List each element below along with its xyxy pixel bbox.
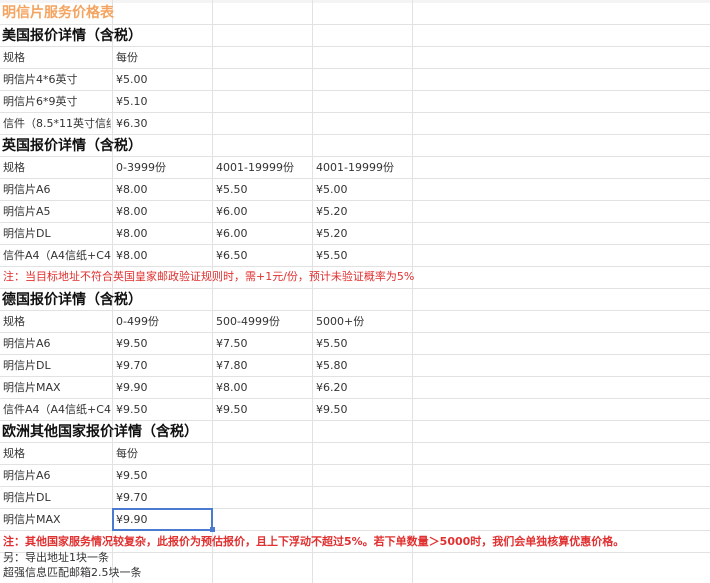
page-title: 明信片服务价格表 — [2, 5, 114, 21]
price-cell[interactable]: ¥9.70 — [113, 355, 212, 377]
spec-cell[interactable]: 明信片6*9英寸 — [0, 91, 111, 113]
spec-cell[interactable]: 明信片MAX — [0, 509, 111, 531]
spec-cell[interactable]: 明信片A6 — [0, 465, 111, 487]
price-cell[interactable]: 每份 — [113, 47, 212, 69]
price-cell[interactable]: ¥9.50 — [213, 399, 312, 421]
germany-section-title: 德国报价详情（含税） — [2, 292, 142, 308]
spec-cell[interactable]: 规格 — [0, 157, 111, 179]
column-divider — [412, 0, 413, 583]
price-cell[interactable]: ¥8.00 — [113, 245, 212, 267]
price-cell[interactable]: ¥9.90 — [113, 377, 212, 399]
spec-cell[interactable]: 明信片4*6英寸 — [0, 69, 111, 91]
spec-cell[interactable]: 规格 — [0, 47, 111, 69]
price-cell[interactable]: ¥5.20 — [313, 201, 412, 223]
price-cell[interactable]: 每份 — [113, 443, 212, 465]
footer-note[interactable]: 注：其他国家服务情况较复杂，此报价为预估报价，且上下浮动不超过5%。若下单数量＞… — [0, 531, 624, 553]
price-cell[interactable]: ¥5.10 — [113, 91, 212, 113]
europe-section-title: 欧洲其他国家报价详情（含税） — [2, 424, 198, 440]
uk-note[interactable]: 注：当目标地址不符合英国皇家邮政验证规则时，需+1元/份，预计未验证概率为5% — [0, 266, 414, 288]
column-divider — [212, 0, 213, 583]
price-cell[interactable]: ¥8.00 — [113, 201, 212, 223]
price-cell[interactable]: ¥6.20 — [313, 377, 412, 399]
price-cell[interactable]: ¥5.50 — [213, 179, 312, 201]
price-cell[interactable]: 4001-19999份 — [313, 157, 412, 179]
price-cell[interactable]: ¥9.50 — [113, 333, 212, 355]
price-cell[interactable]: ¥6.00 — [213, 223, 312, 245]
uk-section-title: 英国报价详情（含税） — [2, 138, 142, 154]
spec-cell[interactable]: 明信片A5 — [0, 201, 111, 223]
spec-cell[interactable]: 信件A4（A4信纸+C4 — [0, 245, 111, 267]
price-cell[interactable]: ¥5.50 — [313, 245, 412, 267]
price-cell[interactable]: ¥5.50 — [313, 333, 412, 355]
price-cell[interactable]: ¥7.80 — [213, 355, 312, 377]
spec-cell[interactable]: 明信片A6 — [0, 179, 111, 201]
spec-cell[interactable]: 明信片MAX — [0, 377, 111, 399]
price-cell[interactable]: ¥8.00 — [213, 377, 312, 399]
price-cell[interactable]: ¥5.00 — [113, 69, 212, 91]
spreadsheet-grid[interactable]: 明信片服务价格表 美国报价详情（含税） 英国报价详情（含税） 德国报价详情（含税… — [0, 0, 710, 583]
price-cell[interactable]: ¥5.20 — [313, 223, 412, 245]
price-cell[interactable]: ¥9.50 — [313, 399, 412, 421]
spec-cell[interactable]: 明信片DL — [0, 487, 111, 509]
footer-extra-mailbox[interactable]: 超强信息匹配邮箱2.5块一条 — [0, 566, 142, 580]
price-cell[interactable]: ¥8.00 — [113, 179, 212, 201]
price-cell[interactable]: ¥9.50 — [113, 465, 212, 487]
spec-cell[interactable]: 规格 — [0, 311, 111, 333]
price-cell[interactable]: 5000+份 — [313, 311, 412, 333]
column-divider — [312, 0, 313, 583]
usa-section-title: 美国报价详情（含税） — [2, 28, 142, 44]
price-cell[interactable]: ¥9.70 — [113, 487, 212, 509]
price-cell[interactable]: ¥8.00 — [113, 223, 212, 245]
spec-cell[interactable]: 规格 — [0, 443, 111, 465]
price-cell[interactable]: ¥9.50 — [113, 399, 212, 421]
price-cell[interactable]: ¥5.80 — [313, 355, 412, 377]
price-cell[interactable]: 0-499份 — [113, 311, 212, 333]
price-cell[interactable]: ¥5.00 — [313, 179, 412, 201]
price-cell[interactable]: ¥6.30 — [113, 113, 212, 135]
price-cell[interactable]: 4001-19999份 — [213, 157, 312, 179]
spec-cell[interactable]: 明信片DL — [0, 355, 111, 377]
fill-handle[interactable] — [210, 527, 215, 532]
price-cell[interactable]: 500-4999份 — [213, 311, 312, 333]
selected-cell[interactable] — [112, 508, 213, 531]
spec-cell[interactable]: 信件（8.5*11英寸信纸 — [0, 113, 111, 135]
spec-cell[interactable]: 明信片DL — [0, 223, 111, 245]
spec-cell[interactable]: 明信片A6 — [0, 333, 111, 355]
price-cell[interactable]: 0-3999份 — [113, 157, 212, 179]
spec-cell[interactable]: 信件A4（A4信纸+C4 — [0, 399, 111, 421]
footer-extra-export[interactable]: 另：导出地址1块一条 — [0, 551, 109, 565]
price-cell[interactable]: ¥7.50 — [213, 333, 312, 355]
price-cell[interactable]: ¥6.00 — [213, 201, 312, 223]
price-cell[interactable]: ¥6.50 — [213, 245, 312, 267]
